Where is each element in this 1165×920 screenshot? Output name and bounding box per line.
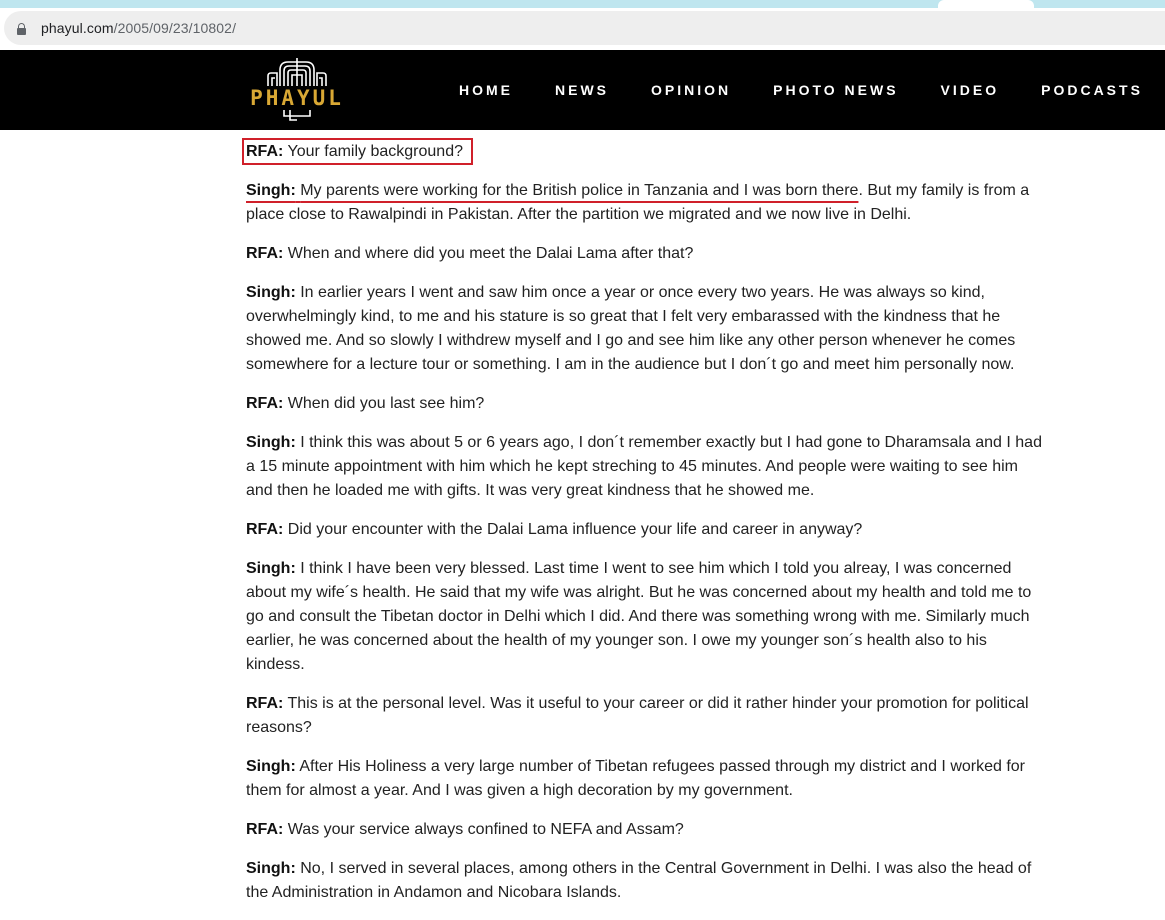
paragraph-text: This is at the personal level. Was it us… xyxy=(246,695,1029,736)
interview-paragraph: RFA: When did you last see him? xyxy=(246,392,1046,416)
url-text[interactable]: phayul.com/2005/09/23/10802/ xyxy=(41,20,236,36)
paragraph-text: When and where did you meet the Dalai La… xyxy=(287,245,694,262)
browser-tab-strip xyxy=(0,0,1165,8)
interview-paragraph: RFA: Was your service always confined to… xyxy=(246,818,1046,842)
interview-paragraph: RFA: When and where did you meet the Dal… xyxy=(246,242,1046,266)
lock-icon[interactable] xyxy=(17,22,26,35)
main-nav: HOME NEWS OPINION PHOTO NEWS VIDEO PODCA… xyxy=(438,50,1164,130)
nav-video[interactable]: VIDEO xyxy=(941,82,1000,98)
paragraph-text: Did your encounter with the Dalai Lama i… xyxy=(287,521,863,538)
annotation-underline: Singh: My parents were working for the B… xyxy=(246,182,858,199)
paragraph-text: After His Holiness a very large number o… xyxy=(246,758,1026,799)
annotation-box: RFA: Your family background? xyxy=(242,138,473,165)
interview-paragraph: Singh: In earlier years I went and saw h… xyxy=(246,281,1046,377)
nav-opinion[interactable]: OPINION xyxy=(651,82,731,98)
nav-news[interactable]: NEWS xyxy=(555,82,609,98)
speaker-label: Singh: xyxy=(246,560,296,577)
nav-photo-news[interactable]: PHOTO NEWS xyxy=(773,82,898,98)
url-host: phayul.com xyxy=(41,20,114,36)
speaker-label: RFA: xyxy=(246,521,284,538)
speaker-label: Singh: xyxy=(246,758,296,775)
speaker-label: RFA: xyxy=(246,821,284,838)
address-bar[interactable]: phayul.com/2005/09/23/10802/ xyxy=(4,11,1165,45)
paragraph-text: I think I have been very blessed. Last t… xyxy=(246,560,1032,673)
speaker-label: Singh: xyxy=(246,284,296,301)
logo-text: PHAYUL xyxy=(250,86,344,110)
active-tab[interactable] xyxy=(938,0,1034,8)
speaker-label: RFA: xyxy=(246,143,284,160)
speaker-label: RFA: xyxy=(246,395,284,412)
speaker-label: RFA: xyxy=(246,245,284,262)
interview-paragraph: Singh: I think this was about 5 or 6 yea… xyxy=(246,431,1046,503)
underlined-text: My parents were working for the British … xyxy=(300,182,859,199)
paragraph-text: In earlier years I went and saw him once… xyxy=(246,284,1016,373)
paragraph-text: I think this was about 5 or 6 years ago,… xyxy=(246,434,1042,499)
speaker-label: Singh: xyxy=(246,860,296,877)
nav-home[interactable]: HOME xyxy=(459,82,513,98)
speaker-label: Singh: xyxy=(246,182,296,199)
interview-paragraph: RFA: This is at the personal level. Was … xyxy=(246,692,1046,740)
paragraph-text: Your family background? xyxy=(287,143,463,160)
url-path: /2005/09/23/10802/ xyxy=(113,20,237,36)
paragraph-text: No, I served in several places, among ot… xyxy=(246,860,1032,901)
site-logo[interactable]: PHAYUL xyxy=(244,56,350,124)
interview-paragraph: Singh: After His Holiness a very large n… xyxy=(246,755,1046,803)
interview-paragraph: RFA: Your family background? xyxy=(242,138,1046,165)
speaker-label: RFA: xyxy=(246,695,284,712)
speaker-label: Singh: xyxy=(246,434,296,451)
paragraph-text: When did you last see him? xyxy=(287,395,485,412)
interview-paragraph: Singh: No, I served in several places, a… xyxy=(246,857,1046,905)
nav-podcasts[interactable]: PODCASTS xyxy=(1041,82,1143,98)
article-body: RFA: Your family background? Singh: My p… xyxy=(242,138,1046,920)
interview-paragraph: Singh: My parents were working for the B… xyxy=(246,179,1046,227)
interview-paragraph: RFA: Did your encounter with the Dalai L… xyxy=(246,518,1046,542)
paragraph-text: Was your service always confined to NEFA… xyxy=(287,821,684,838)
interview-paragraph: Singh: I think I have been very blessed.… xyxy=(246,557,1046,677)
